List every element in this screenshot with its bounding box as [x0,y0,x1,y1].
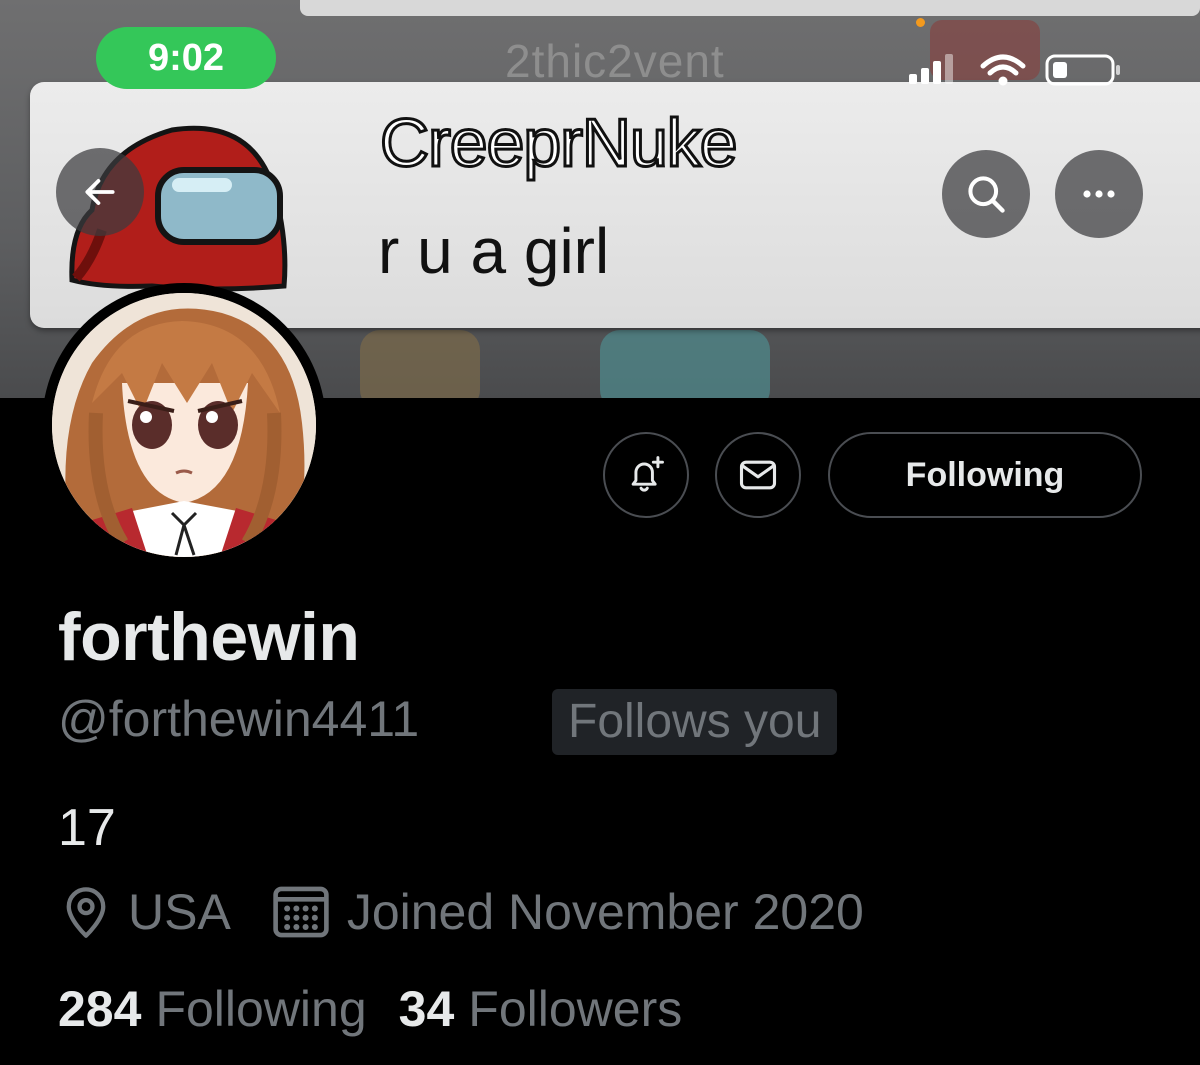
banner-background-strip [300,0,1200,16]
profile-meta-row: USA Joined November 2020 [60,880,864,944]
wifi-icon [980,54,1026,86]
profile-location: USA [128,884,231,940]
profile-avatar[interactable] [42,283,326,567]
cellular-signal-icon [909,54,953,84]
more-horizontal-icon [1083,190,1115,198]
following-label: Following [155,981,367,1037]
search-button[interactable] [942,150,1030,238]
profile-bio: 17 [58,799,116,857]
following-stat[interactable]: 284 Following [58,980,399,1038]
search-icon [968,176,1005,213]
envelope-icon [739,460,777,490]
banner-meme-sender: CreeprNuke [379,104,740,183]
banner-meme-message: r u a girl [378,215,610,287]
notifications-button[interactable] [603,432,689,518]
followers-stat[interactable]: 34 Followers [399,980,715,1038]
profile-joined-date: Joined November 2020 [346,884,864,940]
status-time: 9:02 [96,27,276,89]
profile-display-name: forthewin [58,599,360,675]
banner-decoration [360,330,480,398]
location-pin-icon [60,884,112,940]
calendar-icon [271,884,331,940]
followers-label: Followers [468,981,683,1037]
arrow-left-icon [85,179,115,205]
following-count: 284 [58,981,142,1037]
anime-portrait-image [52,293,316,557]
back-button[interactable] [56,148,144,236]
profile-stats-row: 284 Following 34 Followers [58,980,714,1038]
banner-decoration [600,330,770,398]
status-icons [909,54,1120,86]
followers-count: 34 [398,981,455,1037]
message-button[interactable] [715,432,801,518]
following-button[interactable]: Following [828,432,1142,518]
more-options-button[interactable] [1055,150,1143,238]
bell-plus-icon [631,456,664,492]
avatar-image [52,293,316,557]
profile-handle: @forthewin4411 [58,691,420,747]
battery-icon [1045,54,1120,86]
banner-watermark-text: 2thic2vent [505,35,725,87]
follows-you-badge: Follows you [552,689,838,755]
privacy-indicator-dot [916,18,925,27]
